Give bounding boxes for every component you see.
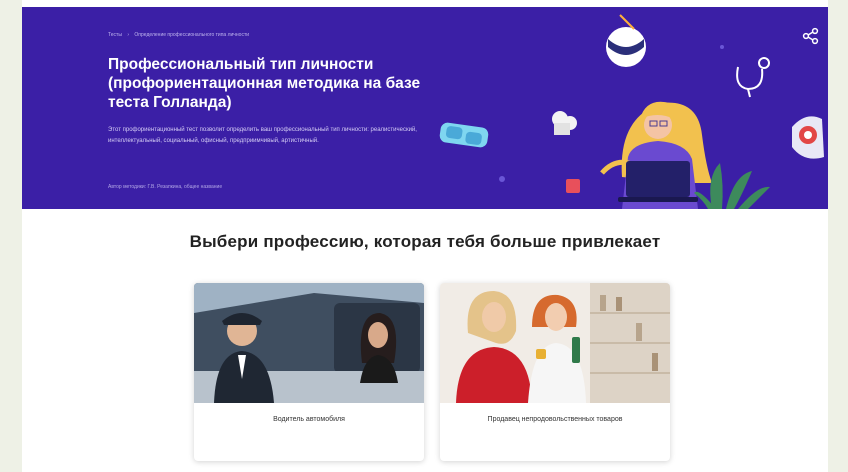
breadcrumb-item-current[interactable]: Определение профессионального типа лично… [134, 32, 249, 38]
test-description: Этот профориентационный тест позволит оп… [108, 127, 417, 144]
page-title: Профессиональный тип личности (профориен… [108, 56, 421, 111]
share-button[interactable] [802, 27, 820, 45]
stethoscope-icon [736, 57, 770, 98]
laptop-icon [618, 161, 698, 202]
page: Тесты › Определение профессионального ти… [22, 0, 828, 472]
author-line: Автор методики: Г.В. Резапкина, общее на… [108, 184, 223, 190]
option-card-seller[interactable]: Продавец непродовольственных товаров [440, 283, 670, 461]
glasses-icon [439, 122, 489, 148]
option-card-driver[interactable]: Водитель автомобиля [194, 283, 424, 461]
ball-icon [606, 14, 646, 67]
seller-photo [440, 283, 670, 403]
driver-photo [194, 283, 424, 403]
hero-banner: Тесты › Определение профессионального ти… [22, 7, 828, 209]
chef-hat-icon [552, 111, 577, 135]
mug-icon [566, 179, 580, 193]
plant-icon [694, 163, 770, 209]
lifebuoy-icon [792, 116, 824, 159]
woman-illustration [600, 101, 712, 209]
breadcrumb-item-tests[interactable]: Тесты [108, 32, 122, 38]
option-label: Продавец непродовольственных товаров [487, 416, 623, 423]
option-label: Водитель автомобиля [273, 416, 345, 423]
share-icon [802, 27, 819, 45]
breadcrumb: Тесты › Определение профессионального ти… [108, 32, 253, 38]
question-heading: Выбери профессию, которая тебя больше пр… [189, 232, 661, 251]
breadcrumb-separator: › [127, 32, 130, 38]
